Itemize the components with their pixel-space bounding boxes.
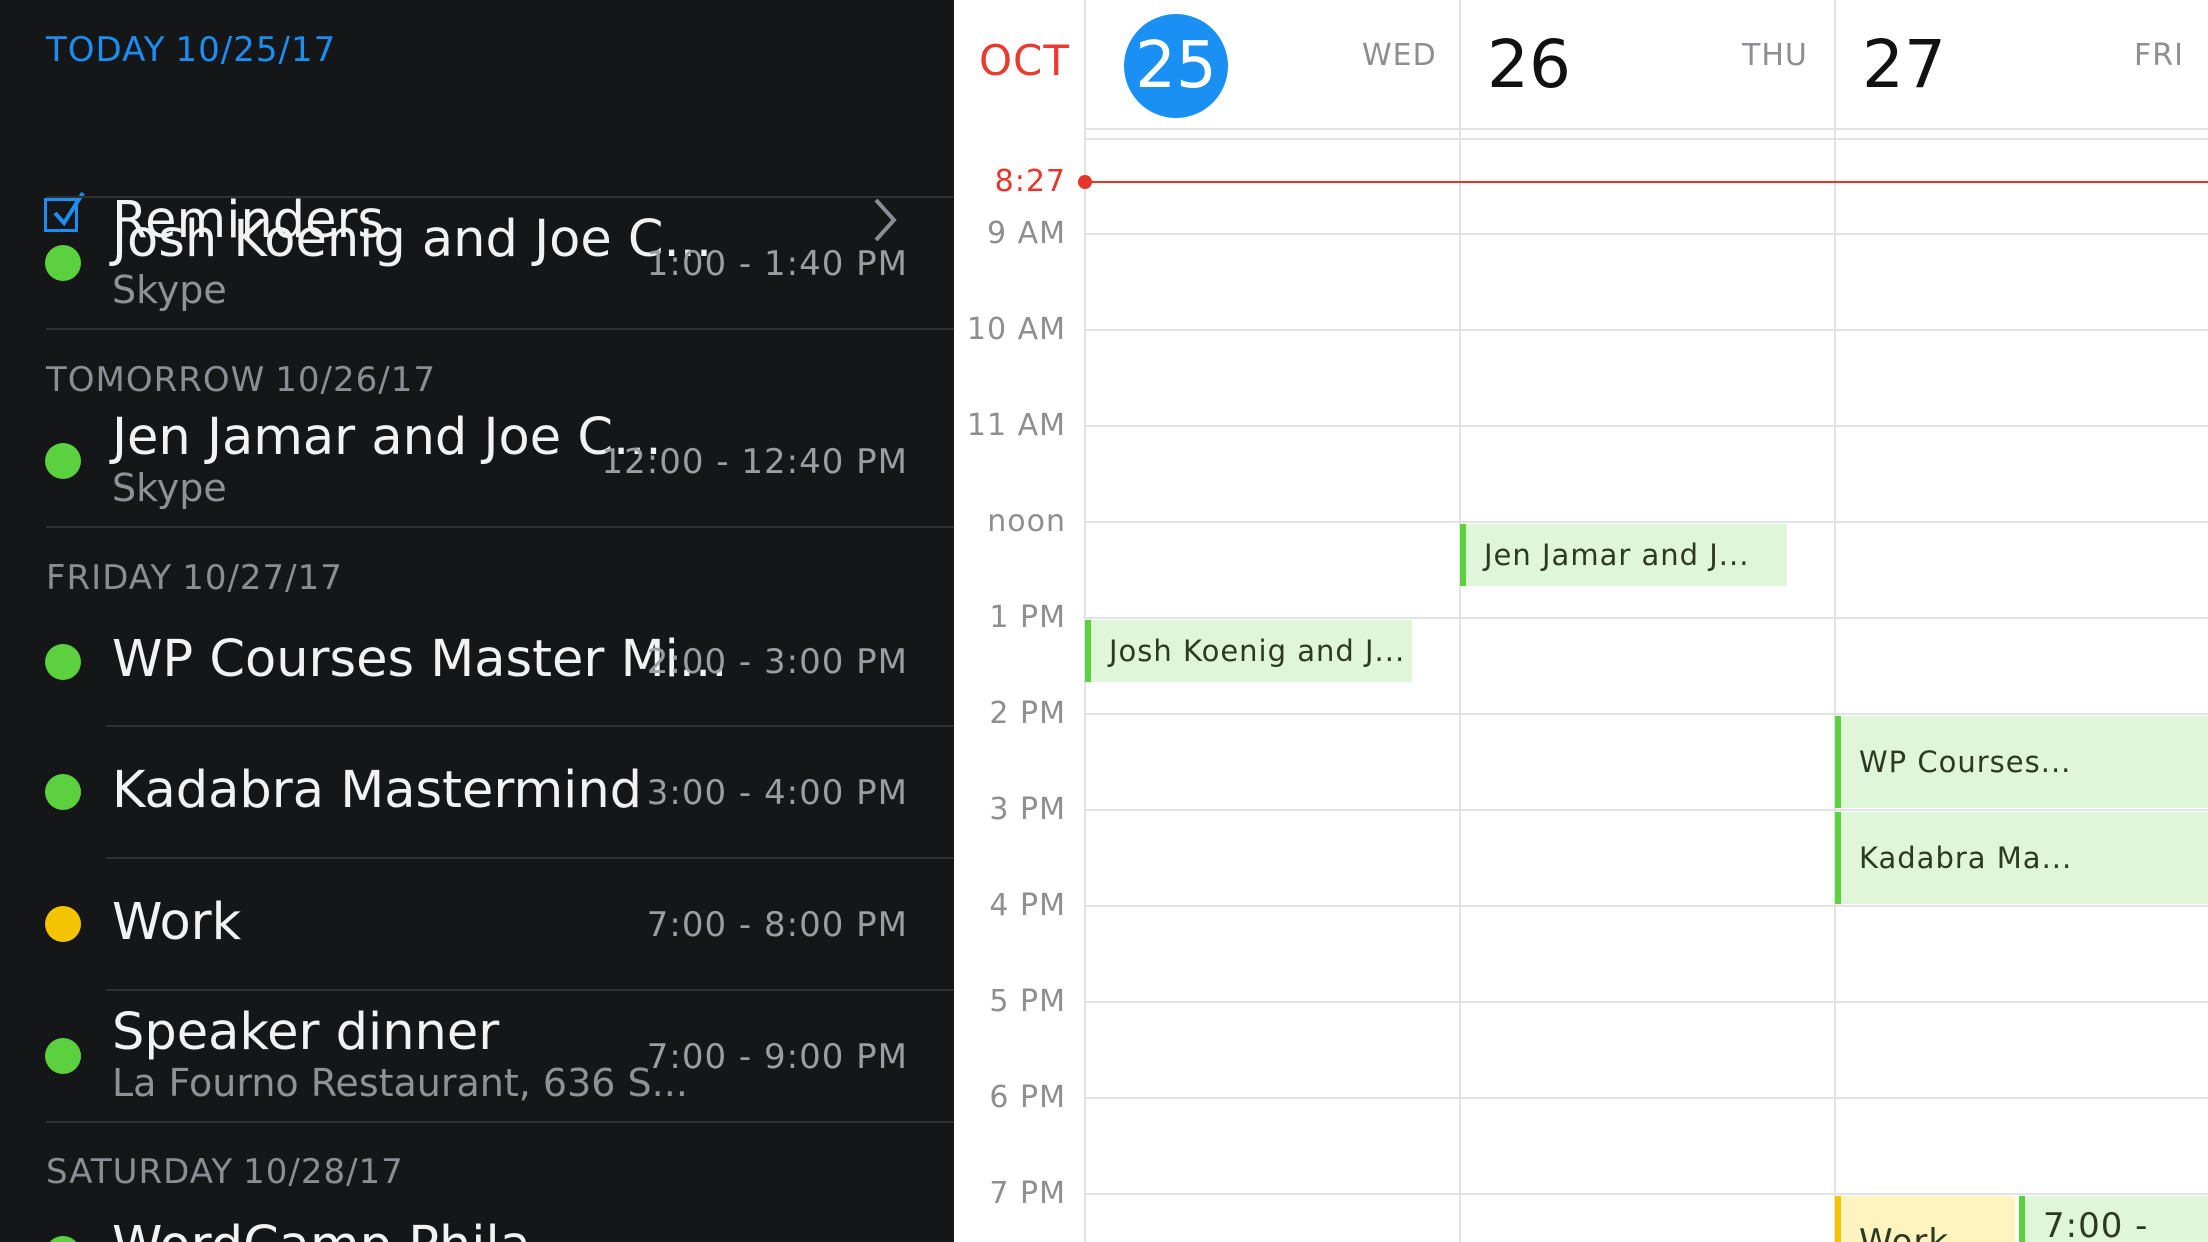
column-divider [1834,0,1836,1242]
event-time: 1:00 - 1:40 PM [646,244,908,284]
calendar-event[interactable]: 7:00 - [2019,1196,2208,1242]
hour-line [1086,1193,2208,1195]
today-date: 10/25/17 [175,30,337,70]
column-divider [1459,0,1461,1242]
calendar-color-dot [45,774,81,810]
calendar-color-dot [45,906,81,942]
event-title: WordCamp Phila... [112,1216,580,1242]
event-title: WP Courses Master Mi... [112,630,728,689]
agenda-event-2[interactable]: Jen Jamar and Joe C... Skype 12:00 - 12:… [0,396,954,526]
agenda-event-6[interactable]: Speaker dinner La Fourno Restaurant, 636… [0,991,954,1121]
calendar-event[interactable]: WP Courses... [1835,716,2208,808]
event-time: 12:00 - 12:40 PM [601,442,908,482]
day-date: 10/26/17 [275,360,436,400]
calendar-color-dot [45,443,81,479]
saturday-header: SATURDAY 10/28/17 [46,1152,404,1192]
today-label: TODAY [46,30,166,70]
calendar-event[interactable]: Jen Jamar and J... [1460,524,1787,586]
all-day-divider [1086,138,2208,140]
event-location: Skype [112,268,227,312]
friday-header: FRIDAY 10/27/17 [46,558,343,598]
current-time-label: 8:27 [994,164,1066,199]
event-title: Josh Koenig and Joe C... [112,210,713,269]
hour-line [1086,905,2208,907]
calendar-week-view: OCT 25 WED 26 THU 27 FRI 9 AM 10 AM 11 A… [954,0,2208,1242]
hour-label: 5 PM [989,984,1066,1019]
event-time: 7:00 - 8:00 PM [646,905,908,945]
divider [46,1121,954,1123]
event-time: 7:00 - 9:00 PM [646,1037,908,1077]
day-label: TOMORROW [46,360,266,400]
agenda-event-4[interactable]: Kadabra Mastermind 3:00 - 4:00 PM [0,727,954,857]
day-number-27[interactable]: 27 [1862,26,1946,103]
month-label: OCT [979,36,1071,85]
hour-line [1086,1001,2208,1003]
calendar-event[interactable]: Josh Koenig and J... [1085,620,1412,682]
agenda-event-1[interactable]: Josh Koenig and Joe C... Skype 1:00 - 1:… [0,198,954,328]
calendar-color-dot [45,245,81,281]
day-date: 10/28/17 [243,1152,404,1192]
day-number-25[interactable]: 25 [1124,14,1228,118]
hour-line [1086,425,2208,427]
calendar-event[interactable]: Kadabra Ma... [1835,812,2208,904]
hour-label: 6 PM [989,1080,1066,1115]
hour-line [1086,617,2208,619]
hour-label: 10 AM [966,312,1066,347]
event-location: La Fourno Restaurant, 636 S... [112,1061,688,1105]
event-title: Kadabra Mastermind [112,761,643,820]
hour-line [1086,1097,2208,1099]
hour-label: 3 PM [989,792,1066,827]
current-time-line [1086,181,2208,183]
hour-line [1086,233,2208,235]
tomorrow-header: TOMORROW 10/26/17 [46,360,436,400]
divider [46,328,954,330]
divider [46,526,954,528]
day-name-thu: THU [1742,38,1808,73]
current-time-dot [1078,175,1092,189]
hour-label: 4 PM [989,888,1066,923]
day-name-fri: FRI [2134,38,2184,73]
event-time: 3:00 - 4:00 PM [646,773,908,813]
event-title: Jen Jamar and Joe C... [112,408,662,467]
day-date: 10/27/17 [182,558,343,598]
hour-line [1086,329,2208,331]
day-label: SATURDAY [46,1152,234,1192]
reminders-row[interactable]: Reminders [0,90,954,250]
hour-label: noon [987,504,1066,539]
hour-label: 7 PM [989,1176,1066,1211]
agenda-event-7[interactable]: WordCamp Phila... [0,1196,954,1242]
hour-line [1086,809,2208,811]
hour-label: 2 PM [989,696,1066,731]
hour-label: 11 AM [966,408,1066,443]
calendar-color-dot [45,644,81,680]
day-number-26[interactable]: 26 [1487,26,1571,103]
agenda-event-3[interactable]: WP Courses Master Mi... 2:00 - 3:00 PM [0,600,954,724]
event-location: Skype [112,466,227,510]
day-name-wed: WED [1362,38,1437,73]
hour-label: 1 PM [989,600,1066,635]
event-time: 2:00 - 3:00 PM [646,642,908,682]
hour-line [1086,521,2208,523]
agenda-event-5[interactable]: Work 7:00 - 8:00 PM [0,859,954,989]
header-divider [1086,128,2208,130]
today-header: TODAY 10/25/17 [46,30,336,70]
agenda-pane: TODAY 10/25/17 Reminders Josh Koenig and … [0,0,954,1242]
calendar-color-dot [45,1236,81,1242]
day-label: FRIDAY [46,558,173,598]
event-title: Work [112,893,242,952]
calendar-event[interactable]: Work [1835,1196,2015,1242]
event-title: Speaker dinner [112,1003,500,1062]
hour-label: 9 AM [986,216,1066,251]
calendar-color-dot [45,1038,81,1074]
hour-line [1086,713,2208,715]
